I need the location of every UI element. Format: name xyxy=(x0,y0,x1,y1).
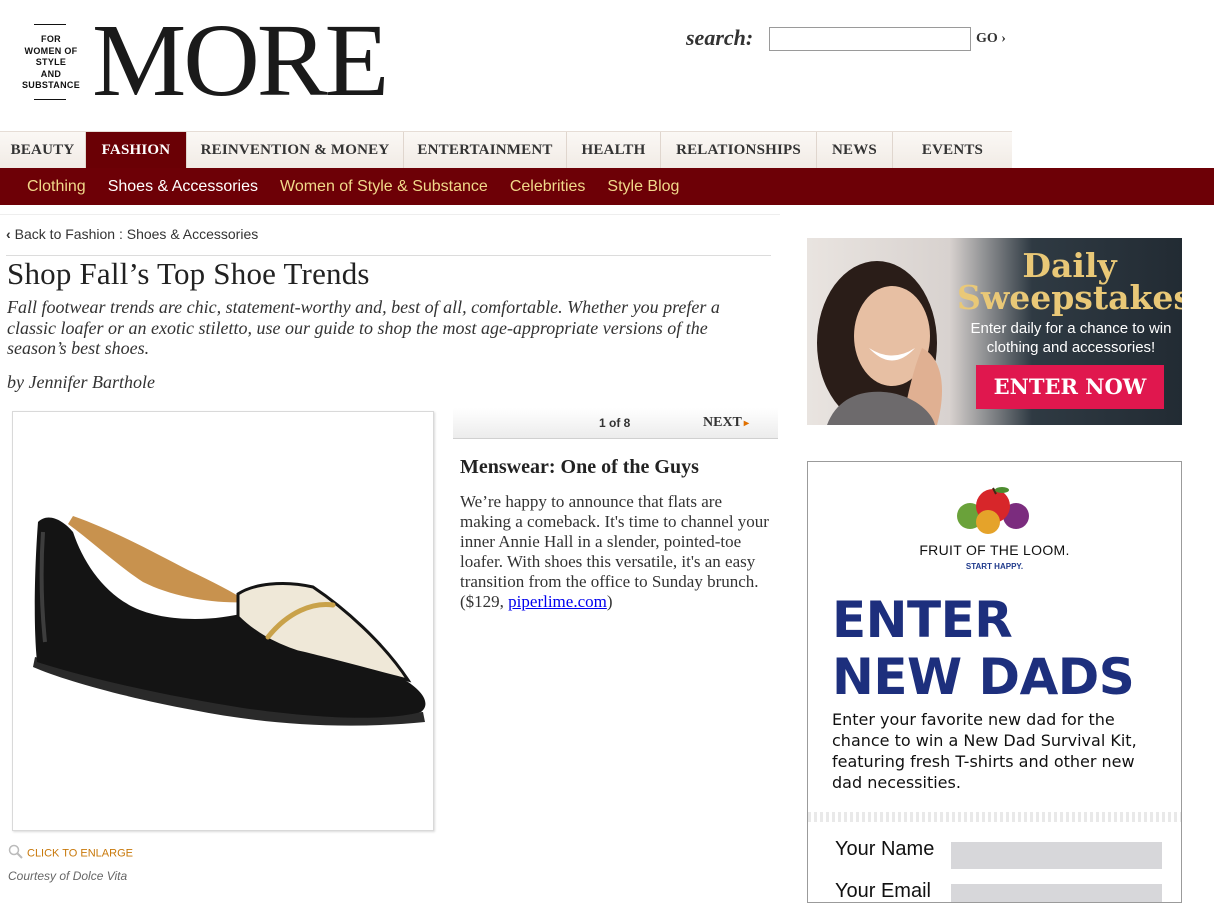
tagline-line: STYLE xyxy=(35,57,67,67)
fotl-headline: ENTER NEW DADS xyxy=(832,591,1135,706)
nav-news[interactable]: NEWS xyxy=(817,132,893,168)
woman-photo xyxy=(817,261,942,425)
tagline-rule-bottom xyxy=(34,99,66,100)
subnav-women-of-style[interactable]: Women of Style & Substance xyxy=(280,178,488,196)
subnav-style-blog[interactable]: Style Blog xyxy=(607,178,679,196)
fotl-tagline: START HAPPY. xyxy=(965,562,1024,571)
subnav-clothing[interactable]: Clothing xyxy=(27,178,86,196)
nav-entertainment[interactable]: ENTERTAINMENT xyxy=(404,132,567,168)
back-link-label: Back to Fashion : Shoes & Accessories xyxy=(14,226,259,242)
slide-body-text: We’re happy to announce that flats are m… xyxy=(460,492,769,611)
sweepstakes-subtitle: Enter daily for a chance to win clothing… xyxy=(970,320,1172,356)
divider xyxy=(808,812,1181,822)
shoe-image[interactable] xyxy=(12,411,434,831)
enter-now-button[interactable]: ENTER NOW xyxy=(976,365,1164,409)
fruit-logo-icon xyxy=(957,487,1029,534)
content-divider xyxy=(0,214,780,215)
back-link[interactable]: ‹ Back to Fashion : Shoes & Accessories xyxy=(6,226,258,242)
your-email-label: Your Email xyxy=(835,880,931,902)
article-deck: Fall footwear trends are chic, statement… xyxy=(7,297,720,358)
brand-tagline: FOR WOMEN OF STYLE AND SUBSTANCE xyxy=(14,34,88,92)
click-to-enlarge-label: CLICK TO ENLARGE xyxy=(27,847,133,860)
fotl-headline-1: ENTER xyxy=(832,591,1013,649)
nav-beauty[interactable]: BEAUTY xyxy=(0,132,86,168)
your-email-input[interactable] xyxy=(951,884,1162,902)
triangle-right-icon: ▸ xyxy=(743,418,749,429)
retailer-link[interactable]: piperlime.com xyxy=(508,592,607,611)
magnifier-icon xyxy=(8,844,24,863)
your-name-input[interactable] xyxy=(951,842,1162,869)
slideshow-bar: 1 of 8 NEXT ▸ xyxy=(453,408,778,439)
tagline-rule-top xyxy=(34,24,66,25)
tagline-line: AND xyxy=(40,68,62,79)
nav-events[interactable]: EVENTS xyxy=(893,132,1012,168)
nav-health[interactable]: HEALTH xyxy=(567,132,661,168)
subnav-shoes-accessories[interactable]: Shoes & Accessories xyxy=(108,178,258,196)
next-label: NEXT xyxy=(703,415,742,430)
search-input[interactable] xyxy=(769,27,971,51)
nav-relationships[interactable]: RELATIONSHIPS xyxy=(661,132,817,168)
tagline-line: WOMEN OF xyxy=(24,45,78,56)
fotl-brand: FRUIT OF THE LOOM. xyxy=(919,542,1070,558)
fruit-of-the-loom-ad: FRUIT OF THE LOOM. START HAPPY. ENTER NE… xyxy=(807,461,1182,903)
image-credit: Courtesy of Dolce Vita xyxy=(8,869,128,883)
nav-fashion[interactable]: FASHION xyxy=(86,132,187,168)
search-label: search: xyxy=(686,25,754,50)
slide-counter: 1 of 8 xyxy=(599,416,631,430)
sweepstakes-ad[interactable]: Daily Sweepstakes Enter daily for a chan… xyxy=(807,238,1182,425)
slide-body: We’re happy to announce that flats are m… xyxy=(460,492,770,612)
nav-reinvention-money[interactable]: REINVENTION & MONEY xyxy=(187,132,404,168)
subnav-celebrities[interactable]: Celebrities xyxy=(510,178,586,196)
loafer-illustration xyxy=(33,516,426,726)
byline: by Jennifer Barthole xyxy=(7,372,155,392)
tagline-line: SUBSTANCE xyxy=(21,80,81,90)
next-button[interactable]: NEXT ▸ xyxy=(703,415,749,431)
primary-nav: BEAUTY FASHION REINVENTION & MONEY ENTER… xyxy=(0,131,1012,169)
chevron-left-icon: ‹ xyxy=(6,226,11,242)
fotl-headline-2: NEW DADS xyxy=(832,648,1135,706)
sweepstakes-title-2: Sweepstakes xyxy=(957,278,1182,317)
slide-body-end: ) xyxy=(606,592,613,611)
fotl-body: Enter your favorite new dad for the chan… xyxy=(832,710,1137,792)
tagline-line: FOR xyxy=(41,34,61,44)
site-logo[interactable]: MORE xyxy=(92,6,389,116)
article-title: Shop Fall’s Top Shoe Trends xyxy=(7,256,370,291)
secondary-nav: Clothing Shoes & Accessories Women of St… xyxy=(0,168,1214,205)
your-name-label: Your Name xyxy=(835,838,935,860)
click-to-enlarge-link[interactable]: CLICK TO ENLARGE xyxy=(8,844,133,863)
search-go-button[interactable]: GO › xyxy=(976,31,1006,47)
slide-title: Menswear: One of the Guys xyxy=(460,456,699,478)
